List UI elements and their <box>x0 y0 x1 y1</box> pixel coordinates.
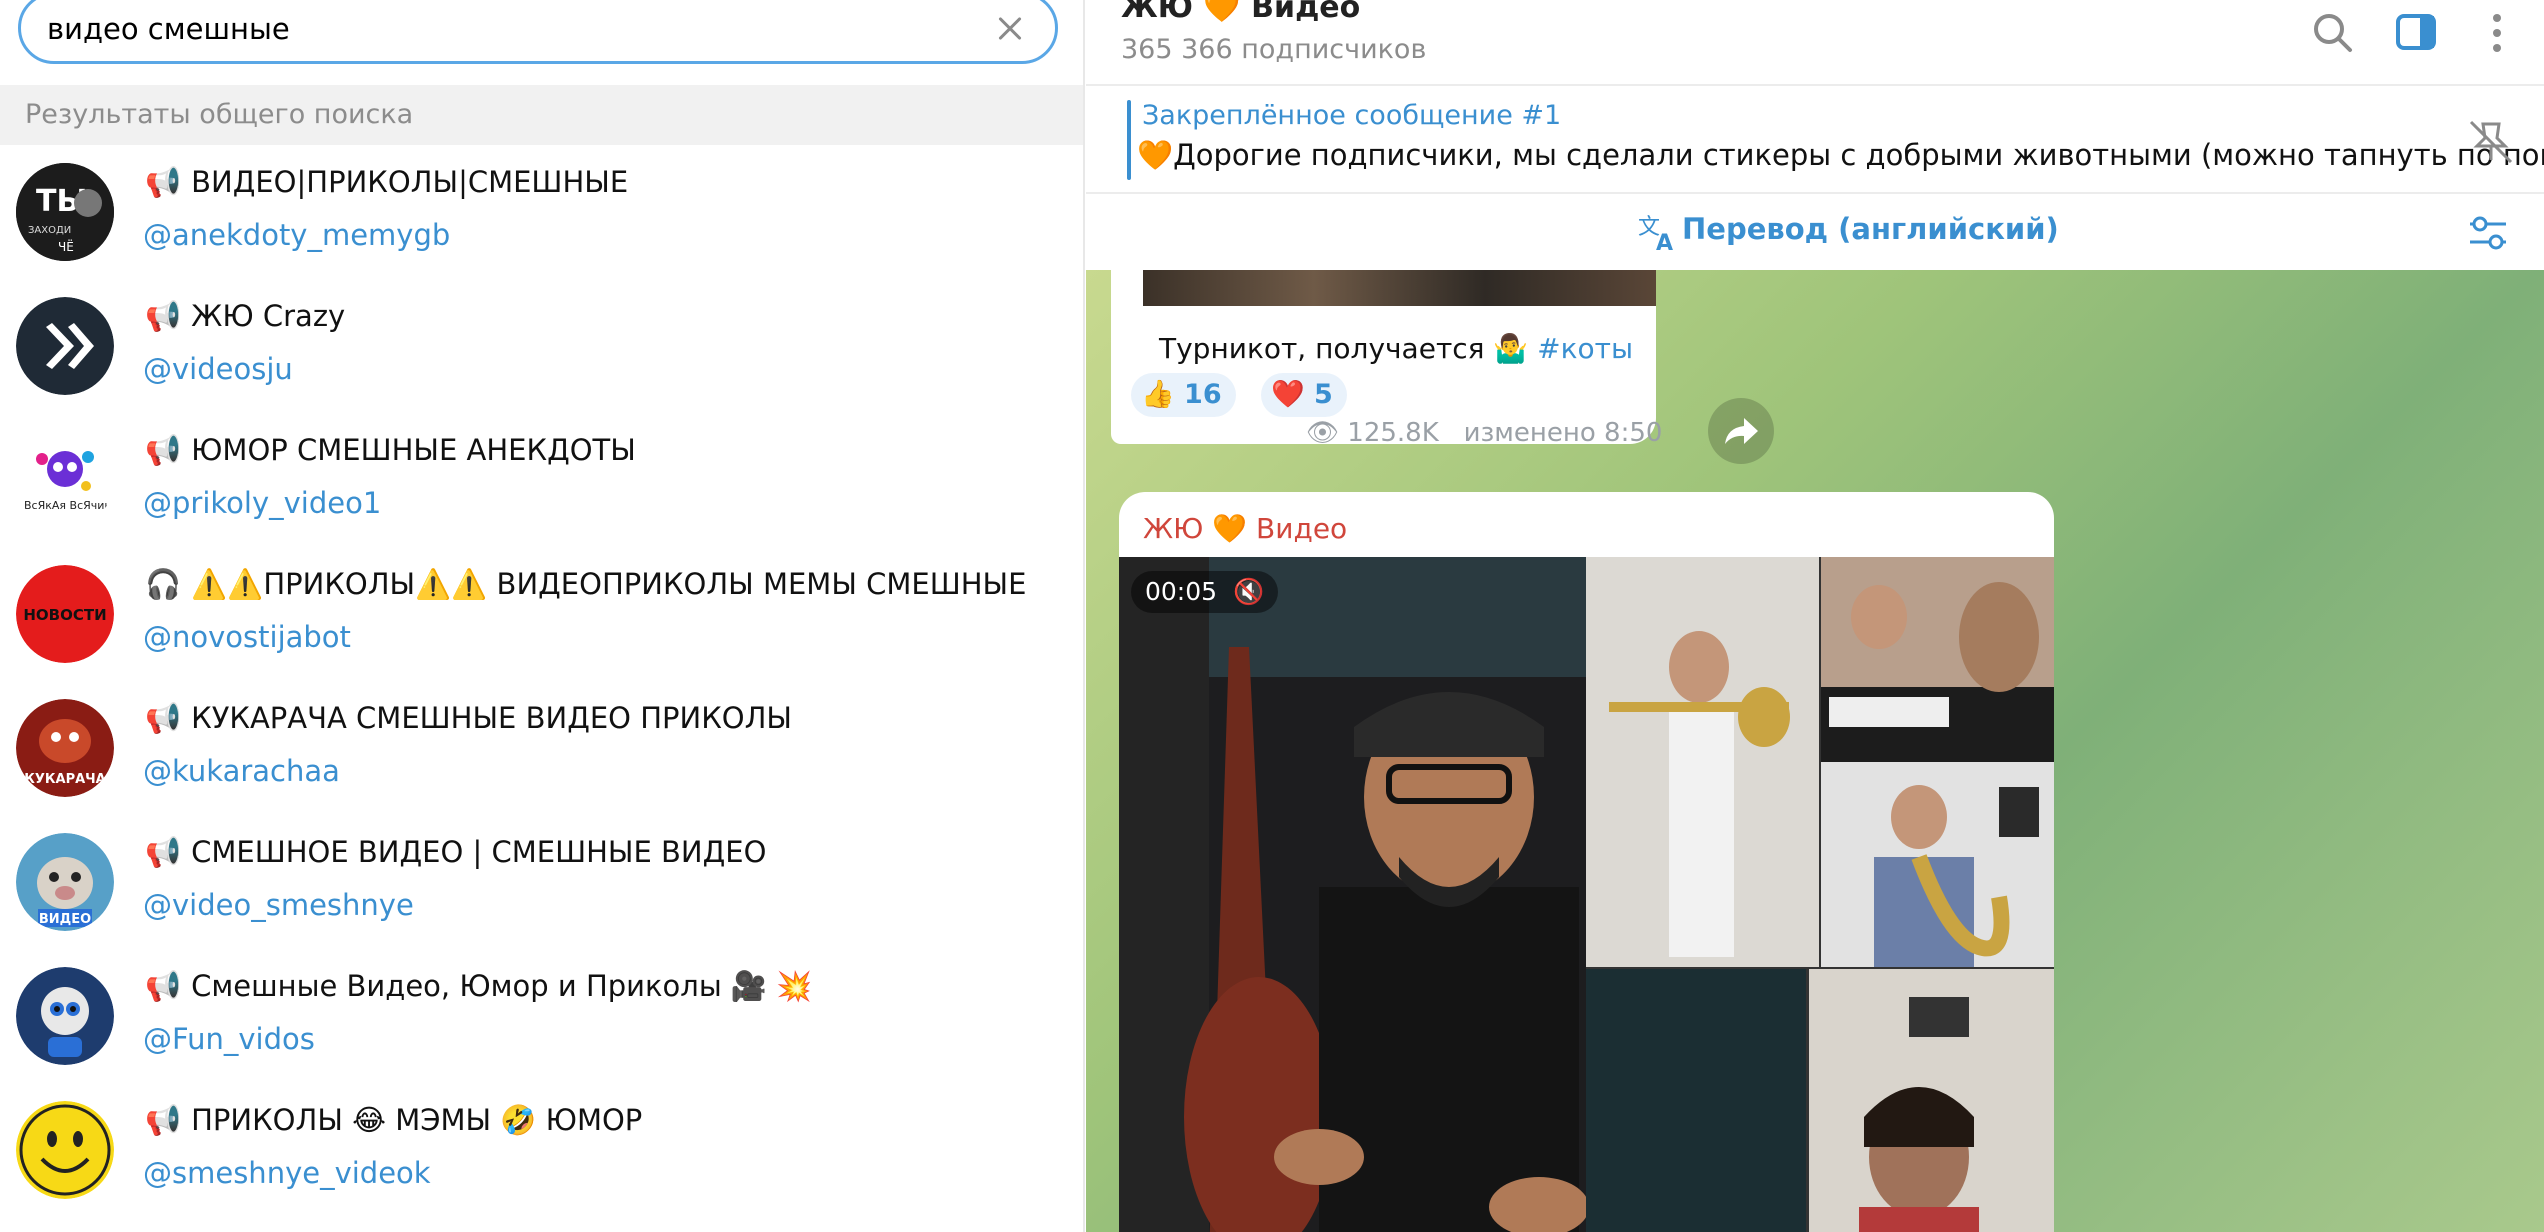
translate-label: Перевод (английский) <box>1682 212 2059 246</box>
results-header: Результаты общего поиска <box>0 85 1083 145</box>
translate-bar[interactable]: 文A Перевод (английский) <box>1086 194 2544 270</box>
result-title: 📢 ПРИКОЛЫ 😂 МЭМЫ 🤣 ЮМОР <box>145 1103 643 1137</box>
result-title: 📢 ЖЮ Crazy <box>145 299 346 333</box>
svg-text:ВсЯкАя ВсЯчина: ВсЯкАя ВсЯчина <box>24 499 114 512</box>
avatar <box>16 1101 114 1199</box>
megaphone-icon: 📢 <box>145 969 182 1003</box>
message-bubble[interactable]: ЖЮ 🧡 Видео 00:05 🔇 <box>1119 492 2054 1232</box>
result-username: @anekdoty_memygb <box>143 218 451 252</box>
svg-text:ЧЁ: ЧЁ <box>58 239 74 254</box>
filter-settings-icon[interactable] <box>2466 210 2510 254</box>
sidebar-toggle-icon[interactable] <box>2392 8 2442 58</box>
svg-text:ВИДЕО: ВИДЕО <box>39 912 91 927</box>
megaphone-icon: 📢 <box>145 701 182 735</box>
megaphone-icon: 📢 <box>145 165 182 199</box>
avatar: ВИДЕО <box>16 833 114 931</box>
megaphone-icon: 📢 <box>145 1103 182 1137</box>
avatar <box>16 967 114 1065</box>
results-list: ТЫ ЗАХОДИ ЧЁ 📢 ВИДЕО|ПРИКОЛЫ|СМЕШНЫЕ @anekd… <box>0 145 1083 1217</box>
avatar <box>16 297 114 395</box>
result-username: @video_smeshnye <box>143 888 414 922</box>
views-icon: 👁 <box>1306 418 1340 448</box>
close-icon[interactable] <box>989 7 1033 51</box>
megaphone-icon: 📢 <box>145 299 182 333</box>
chat-panel: ЖЮ 🧡 Видео 365 366 подписчиков Закреплён… <box>1086 0 2544 1232</box>
subscriber-count: 365 366 подписчиков <box>1121 34 1427 65</box>
chat-area: Турникот, получается 🤷‍♂️ #коты 👍 16 ❤️ … <box>1086 270 2544 1232</box>
avatar: ТЫ ЗАХОДИ ЧЁ <box>16 163 114 261</box>
message-photo[interactable] <box>1143 270 1656 306</box>
result-username: @videosju <box>143 352 293 386</box>
megaphone-icon: 📢 <box>145 835 182 869</box>
svg-text:ЗАХОДИ: ЗАХОДИ <box>28 225 71 236</box>
forward-button[interactable] <box>1708 398 1774 464</box>
translate-icon: 文A <box>1636 212 1678 256</box>
search-panel: Результаты общего поиска ТЫЗАХОДИЧЁ 📢ВИД… <box>0 0 1085 1232</box>
more-options-icon[interactable] <box>2472 8 2522 58</box>
video-duration: 00:05 🔇 <box>1131 571 1279 613</box>
search-input[interactable] <box>47 9 967 49</box>
chat-header[interactable]: ЖЮ 🧡 Видео 365 366 подписчиков <box>1086 0 2544 86</box>
result-username: @smeshnye_videok <box>143 1156 431 1190</box>
avatar: ВсЯкАя ВсЯчина <box>16 431 114 529</box>
pinned-message[interactable]: Закреплённое сообщение #1 🧡Дорогие подпи… <box>1086 86 2544 194</box>
list-item[interactable]: 📢 ПРИКОЛЫ 😂 МЭМЫ 🤣 ЮМОР @smeshnye_videok <box>0 1083 1083 1217</box>
list-item[interactable]: 📢 Смешные Видео, Юмор и Приколы 🎥 💥 @Fun_… <box>0 949 1083 1083</box>
svg-text:A: A <box>1656 231 1673 254</box>
svg-text:КУКАРАЧА: КУКАРАЧА <box>24 772 106 787</box>
result-username: @Fun_vidos <box>143 1022 315 1056</box>
video-frame <box>1119 557 2054 1232</box>
muted-icon[interactable]: 🔇 <box>1233 577 1264 606</box>
avatar: НОВОСТИ <box>16 565 114 663</box>
video-player[interactable]: 00:05 🔇 <box>1119 557 2054 1232</box>
list-item[interactable]: КУКАРАЧА 📢 КУКАРАЧА СМЕШНЫЕ ВИДЕО ПРИКОЛЫ… <box>0 681 1083 815</box>
result-title: 📢 СМЕШНОЕ ВИДЕО | СМЕШНЫЕ ВИДЕО <box>145 835 767 869</box>
result-title: 🎧 ⚠️⚠️ПРИКОЛЫ⚠️⚠️ ВИДЕОПРИКОЛЫ МЕМЫ СМЕШН… <box>145 567 1027 601</box>
result-title: 📢 ЮМОР СМЕШНЫЕ АНЕКДОТЫ <box>145 433 636 467</box>
svg-text:НОВОСТИ: НОВОСТИ <box>23 606 106 624</box>
list-item[interactable]: ВИДЕО 📢 СМЕШНОЕ ВИДЕО | СМЕШНЫЕ ВИДЕО @vi… <box>0 815 1083 949</box>
reaction-heart[interactable]: ❤️ 5 <box>1261 373 1347 417</box>
forward-icon <box>1725 418 1758 444</box>
list-item[interactable]: 📢 ЖЮ Crazy @videosju <box>0 279 1083 413</box>
result-title: 📢 ВИДЕО|ПРИКОЛЫ|СМЕШНЫЕ <box>145 165 629 199</box>
megaphone-icon: 📢 <box>145 433 182 467</box>
result-title: 📢 Смешные Видео, Юмор и Приколы 🎥 💥 <box>145 969 813 1003</box>
result-username: @novostijabot <box>143 620 351 654</box>
search-box[interactable] <box>18 0 1058 64</box>
message-text: Турникот, получается 🤷‍♂️ #коты <box>1159 332 1634 365</box>
result-title: 📢 КУКАРАЧА СМЕШНЫЕ ВИДЕО ПРИКОЛЫ <box>145 701 793 735</box>
search-icon[interactable] <box>2308 8 2358 58</box>
avatar: КУКАРАЧА <box>16 699 114 797</box>
list-item[interactable]: ТЫ ЗАХОДИ ЧЁ 📢 ВИДЕО|ПРИКОЛЫ|СМЕШНЫЕ @anekd… <box>0 145 1083 279</box>
result-username: @prikoly_video1 <box>143 486 382 520</box>
reaction-like[interactable]: 👍 16 <box>1131 373 1236 417</box>
message-bubble[interactable]: Турникот, получается 🤷‍♂️ #коты 👍 16 ❤️ … <box>1111 270 1662 448</box>
message-sender: ЖЮ 🧡 Видео <box>1143 512 1348 545</box>
channel-title: ЖЮ 🧡 Видео <box>1121 0 1361 25</box>
message-meta: 👁 125.8K изменено 8:50 <box>1306 418 1663 448</box>
list-item[interactable]: ВсЯкАя ВсЯчина 📢 ЮМОР СМЕШНЫЕ АНЕКДОТЫ @p… <box>0 413 1083 547</box>
pinned-text: 🧡Дорогие подписчики, мы сделали стикеры … <box>1137 138 2544 172</box>
pinned-title: Закреплённое сообщение #1 <box>1142 100 1562 131</box>
hashtag-link[interactable]: #коты <box>1537 332 1633 365</box>
unpin-icon[interactable] <box>2461 110 2521 170</box>
result-username: @kukarachaa <box>143 754 340 788</box>
list-item[interactable]: НОВОСТИ 🎧 ⚠️⚠️ПРИКОЛЫ⚠️⚠️ ВИДЕОПРИКОЛЫ МЕ… <box>0 547 1083 681</box>
headphones-icon: 🎧 <box>145 567 182 601</box>
